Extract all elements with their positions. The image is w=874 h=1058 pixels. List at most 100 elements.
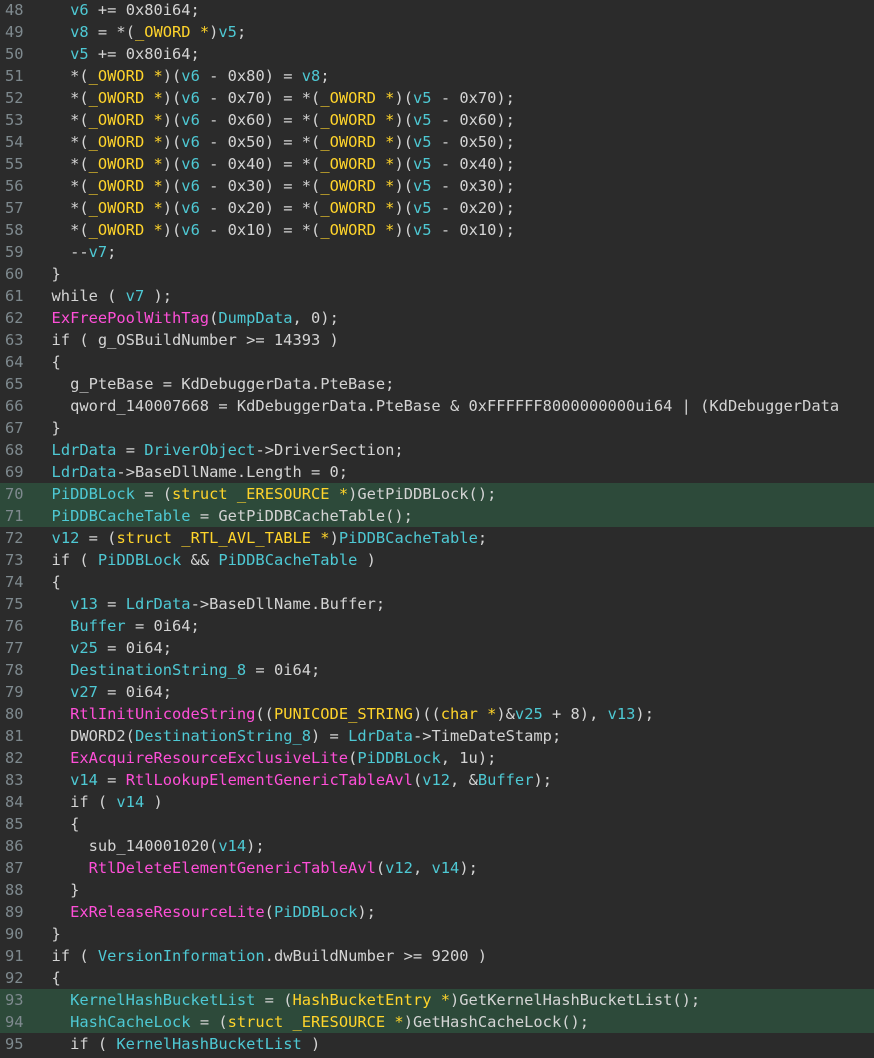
function-call[interactable]: ExFreePoolWithTag (52, 309, 210, 327)
identifier[interactable]: v6 (181, 133, 200, 151)
code-line[interactable]: 60 } (0, 263, 874, 285)
code-content[interactable]: *(_OWORD *)(v6 - 0x30) = *(_OWORD *)(v5 … (33, 177, 515, 195)
code-line[interactable]: 81 DWORD2(DestinationString_8) = LdrData… (0, 725, 874, 747)
identifier[interactable]: v6 (181, 177, 200, 195)
code-line[interactable]: 53 *(_OWORD *)(v6 - 0x60) = *(_OWORD *)(… (0, 109, 874, 131)
type-cast[interactable]: _OWORD * (89, 177, 163, 195)
function-call[interactable]: RtlDeleteElementGenericTableAvl (89, 859, 376, 877)
identifier[interactable]: v5 (413, 199, 432, 217)
type-cast[interactable]: _OWORD * (89, 111, 163, 129)
identifier[interactable]: PiDDBLock (52, 485, 135, 503)
code-content[interactable]: Buffer = 0i64; (33, 617, 200, 635)
identifier[interactable]: PiDDBLock (274, 903, 357, 921)
identifier[interactable]: v5 (218, 23, 237, 41)
code-content[interactable]: *(_OWORD *)(v6 - 0x80) = v8; (33, 67, 330, 85)
identifier[interactable]: v5 (413, 177, 432, 195)
code-line-highlighted[interactable]: 93 KernelHashBucketList = (HashBucketEnt… (0, 989, 874, 1011)
code-line[interactable]: 95 if ( KernelHashBucketList ) (0, 1033, 874, 1055)
identifier[interactable]: v7 (89, 243, 108, 261)
identifier[interactable]: v12 (52, 529, 80, 547)
code-line[interactable]: 61 while ( v7 ); (0, 285, 874, 307)
code-line[interactable]: 69 LdrData->BaseDllName.Length = 0; (0, 461, 874, 483)
identifier[interactable]: v5 (413, 155, 432, 173)
code-content[interactable]: while ( v7 ); (33, 287, 173, 305)
identifier[interactable]: Buffer (478, 771, 534, 789)
identifier[interactable]: PiDDBCacheTable (218, 551, 357, 569)
code-line[interactable]: 52 *(_OWORD *)(v6 - 0x70) = *(_OWORD *)(… (0, 87, 874, 109)
type-cast[interactable]: struct _RTL_AVL_TABLE * (116, 529, 329, 547)
function-call[interactable]: RtlLookupElementGenericTableAvl (126, 771, 413, 789)
identifier[interactable]: v5 (413, 111, 432, 129)
identifier[interactable]: v6 (181, 199, 200, 217)
code-line[interactable]: 73 if ( PiDDBLock && PiDDBCacheTable ) (0, 549, 874, 571)
code-line[interactable]: 85 { (0, 813, 874, 835)
type-cast[interactable]: PUNICODE_STRING (274, 705, 413, 723)
code-line[interactable]: 83 v14 = RtlLookupElementGenericTableAvl… (0, 769, 874, 791)
identifier[interactable]: v25 (515, 705, 543, 723)
identifier[interactable]: LdrData (348, 727, 413, 745)
identifier[interactable]: v13 (608, 705, 636, 723)
identifier[interactable]: v13 (70, 595, 98, 613)
code-content[interactable]: v8 = *(_OWORD *)v5; (33, 23, 246, 41)
identifier[interactable]: LdrData (126, 595, 191, 613)
code-line[interactable]: 62 ExFreePoolWithTag(DumpData, 0); (0, 307, 874, 329)
code-line-highlighted[interactable]: 94 HashCacheLock = (struct _ERESOURCE *)… (0, 1011, 874, 1033)
code-content[interactable]: ExReleaseResourceLite(PiDDBLock); (33, 903, 376, 921)
type-cast[interactable]: _OWORD * (320, 89, 394, 107)
type-cast[interactable]: _OWORD * (89, 133, 163, 151)
code-content[interactable]: PiDDBCacheTable = GetPiDDBCacheTable(); (33, 507, 413, 525)
code-line[interactable]: 77 v25 = 0i64; (0, 637, 874, 659)
code-content[interactable]: HashCacheLock = (struct _ERESOURCE *)Get… (33, 1013, 589, 1031)
code-content[interactable]: v12 = (struct _RTL_AVL_TABLE *)PiDDBCach… (33, 529, 488, 547)
code-line[interactable]: 78 DestinationString_8 = 0i64; (0, 659, 874, 681)
type-cast[interactable]: _OWORD * (320, 221, 394, 239)
code-content[interactable]: v6 += 0x80i64; (33, 1, 200, 19)
identifier[interactable]: v5 (413, 133, 432, 151)
identifier[interactable]: v8 (302, 67, 321, 85)
code-content[interactable]: v5 += 0x80i64; (33, 45, 200, 63)
identifier[interactable]: v6 (70, 1, 89, 19)
code-content[interactable]: if ( KernelHashBucketList ) (33, 1035, 320, 1053)
code-content[interactable]: v27 = 0i64; (33, 683, 172, 701)
code-line[interactable]: 86 sub_140001020(v14); (0, 835, 874, 857)
code-content[interactable]: } (33, 265, 61, 283)
identifier[interactable]: PiDDBCacheTable (339, 529, 478, 547)
code-line[interactable]: 66 qword_140007668 = KdDebuggerData.PteB… (0, 395, 874, 417)
code-line[interactable]: 59 --v7; (0, 241, 874, 263)
code-content[interactable]: *(_OWORD *)(v6 - 0x70) = *(_OWORD *)(v5 … (33, 89, 515, 107)
identifier[interactable]: v14 (116, 793, 144, 811)
code-line[interactable]: 90 } (0, 923, 874, 945)
code-line[interactable]: 92 { (0, 967, 874, 989)
type-cast[interactable]: _OWORD * (89, 199, 163, 217)
type-cast[interactable]: _OWORD * (89, 221, 163, 239)
identifier[interactable]: DumpData (218, 309, 292, 327)
code-line[interactable]: 64 { (0, 351, 874, 373)
identifier[interactable]: VersionInformation (98, 947, 265, 965)
identifier[interactable]: v14 (70, 771, 98, 789)
code-line[interactable]: 76 Buffer = 0i64; (0, 615, 874, 637)
type-cast[interactable]: _OWORD * (135, 23, 209, 41)
code-content[interactable]: *(_OWORD *)(v6 - 0x10) = *(_OWORD *)(v5 … (33, 221, 515, 239)
identifier[interactable]: KernelHashBucketList (70, 991, 255, 1009)
code-content[interactable]: --v7; (33, 243, 116, 261)
code-content[interactable]: } (33, 881, 79, 899)
code-line[interactable]: 74 { (0, 571, 874, 593)
type-cast[interactable]: HashBucketEntry * (292, 991, 450, 1009)
identifier[interactable]: PiDDBLock (357, 749, 440, 767)
code-content[interactable]: LdrData->BaseDllName.Length = 0; (33, 463, 349, 481)
identifier[interactable]: KernelHashBucketList (116, 1035, 301, 1053)
code-content[interactable]: g_PteBase = KdDebuggerData.PteBase; (33, 375, 394, 393)
identifier[interactable]: v12 (385, 859, 413, 877)
identifier[interactable]: v5 (413, 221, 432, 239)
code-content[interactable]: if ( PiDDBLock && PiDDBCacheTable ) (33, 551, 376, 569)
code-line-highlighted[interactable]: 70 PiDDBLock = (struct _ERESOURCE *)GetP… (0, 483, 874, 505)
identifier[interactable]: v6 (181, 221, 200, 239)
code-line[interactable]: 65 g_PteBase = KdDebuggerData.PteBase; (0, 373, 874, 395)
code-content[interactable]: *(_OWORD *)(v6 - 0x50) = *(_OWORD *)(v5 … (33, 133, 515, 151)
type-cast[interactable]: _OWORD * (320, 177, 394, 195)
identifier[interactable]: v5 (413, 89, 432, 107)
code-content[interactable]: } (33, 419, 61, 437)
type-cast[interactable]: _OWORD * (320, 133, 394, 151)
identifier[interactable]: v6 (181, 67, 200, 85)
identifier[interactable]: v25 (70, 639, 98, 657)
